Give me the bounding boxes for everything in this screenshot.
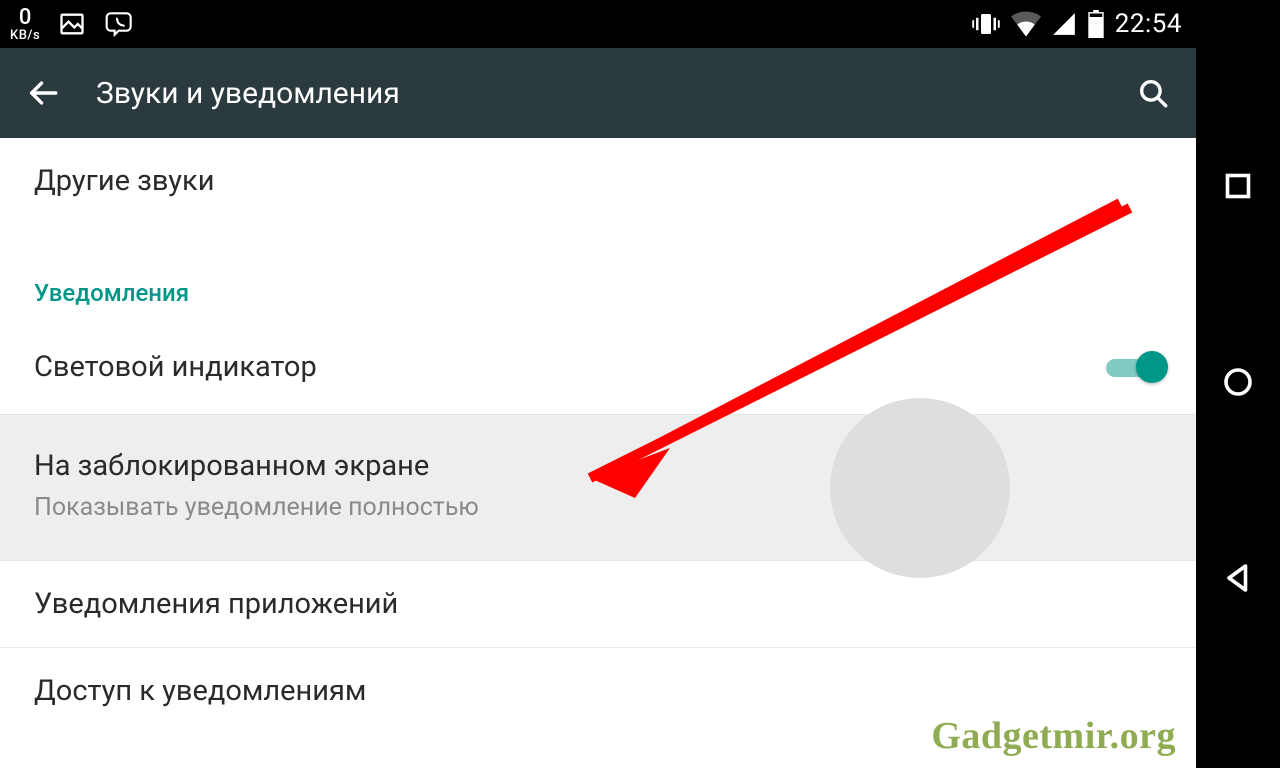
- item-other-sounds[interactable]: Другие звуки: [0, 138, 1196, 225]
- item-label: Уведомления приложений: [34, 587, 398, 621]
- item-label: Доступ к уведомлениям: [34, 674, 366, 708]
- item-label: Световой индикатор: [34, 350, 317, 384]
- battery-icon: [1087, 10, 1105, 38]
- item-lock-screen-notifications[interactable]: На заблокированном экране Показывать уве…: [0, 414, 1196, 561]
- clock-time: 22:54: [1115, 9, 1182, 39]
- item-label: Другие звуки: [34, 164, 214, 198]
- nav-recent-button[interactable]: [1220, 168, 1256, 208]
- item-app-notifications[interactable]: Уведомления приложений: [0, 561, 1196, 648]
- settings-list: Другие звуки Уведомления Световой индика…: [0, 138, 1196, 768]
- network-speed-unit: KB/s: [10, 29, 40, 42]
- network-speed-value: 0: [19, 7, 32, 29]
- light-indicator-toggle[interactable]: [1104, 347, 1168, 387]
- page-title: Звуки и уведомления: [96, 76, 1100, 111]
- app-bar: Звуки и уведомления: [0, 48, 1196, 138]
- watermark-text: Gadgetmir.org: [931, 714, 1176, 758]
- search-button[interactable]: [1136, 76, 1170, 110]
- viber-icon: [104, 8, 136, 40]
- item-light-indicator[interactable]: Световой индикатор: [0, 321, 1196, 414]
- signal-icon: [1051, 11, 1077, 37]
- network-speed-indicator: 0 KB/s: [10, 7, 40, 42]
- wifi-icon: [1011, 11, 1041, 37]
- nav-home-button[interactable]: [1220, 364, 1256, 404]
- image-icon: [58, 10, 86, 38]
- back-button[interactable]: [26, 76, 60, 110]
- nav-back-button[interactable]: [1220, 560, 1256, 600]
- item-label: На заблокированном экране: [34, 449, 1162, 483]
- system-nav-bar: [1196, 0, 1280, 768]
- section-header-notifications: Уведомления: [0, 225, 1196, 321]
- item-sublabel: Показывать уведомление полностью: [34, 493, 1162, 522]
- vibrate-icon: [971, 9, 1001, 39]
- status-bar: 0 KB/s: [0, 0, 1196, 48]
